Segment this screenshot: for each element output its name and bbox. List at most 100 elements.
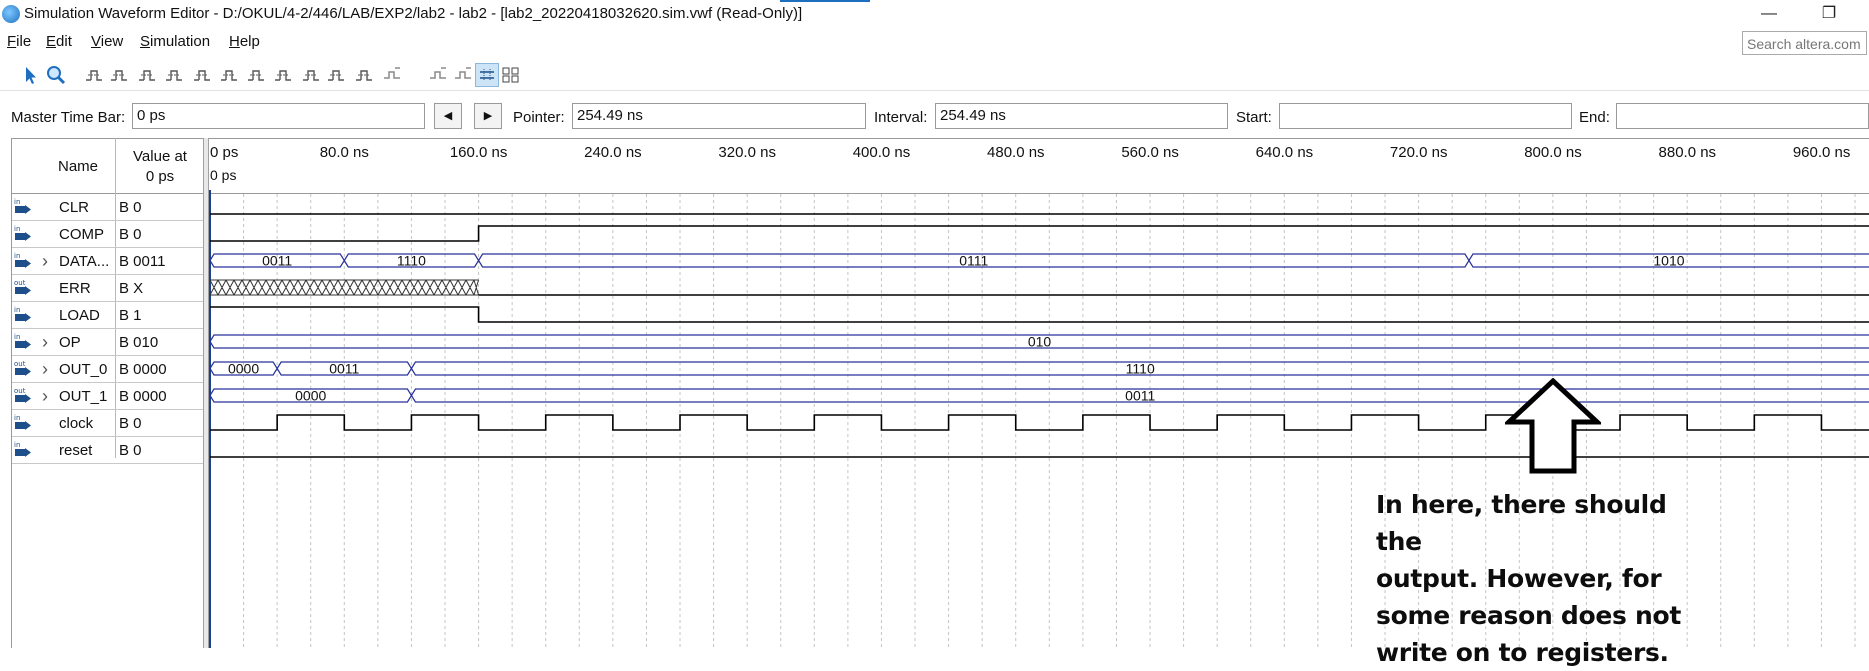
grid-icon[interactable] [500, 64, 522, 86]
interval-field[interactable]: 254.49 ns [935, 103, 1228, 129]
signal-name: reset [59, 442, 93, 459]
menu-help[interactable]: Help [229, 33, 260, 50]
weak-low-icon[interactable] [191, 64, 213, 86]
insert-time-icon[interactable] [427, 64, 449, 86]
menu-edit[interactable]: Edit [46, 33, 72, 50]
bus-value-label: 1010 [1653, 253, 1684, 269]
start-field[interactable] [1279, 103, 1572, 129]
svg-text:in: in [14, 306, 20, 314]
restore-button[interactable]: ❐ [1806, 2, 1852, 28]
pointer-label: Pointer: [513, 109, 565, 126]
output-pin-icon: out [14, 279, 36, 297]
value-column-header[interactable]: Value at 0 ps [130, 147, 190, 187]
waveform-err-unknown [209, 279, 480, 296]
svg-text:in: in [14, 333, 20, 341]
start-label: Start: [1236, 109, 1272, 126]
high-impedance-icon[interactable] [163, 64, 185, 86]
menu-file[interactable]: File [7, 33, 31, 50]
signal-name: ERR [59, 280, 91, 297]
signal-row[interactable] [12, 356, 203, 383]
forcing-unknown-icon[interactable] [83, 64, 105, 86]
annotation-line-2: output. However, for [1376, 564, 1662, 593]
input-pin-icon: in [14, 414, 36, 432]
signal-row[interactable] [12, 410, 203, 437]
svg-text:in: in [14, 198, 20, 206]
up-arrow-annotation [1505, 378, 1601, 474]
pointer-field[interactable]: 254.49 ns [572, 103, 866, 129]
master-time-bar-field[interactable]: 0 ps [132, 103, 425, 129]
invert-icon[interactable] [245, 64, 267, 86]
expand-chevron-icon[interactable]: › [42, 360, 48, 378]
signal-row[interactable] [12, 383, 203, 410]
input-pin-icon: in [14, 225, 36, 243]
random-value-icon[interactable] [353, 64, 375, 86]
search-input[interactable]: Search altera.com [1742, 31, 1867, 55]
signal-value: B 0 [119, 226, 142, 243]
forcing-low-icon[interactable] [108, 64, 130, 86]
signal-value: B X [119, 280, 144, 297]
signal-row[interactable] [12, 302, 203, 329]
annotation-line-4: write on to registers. [1376, 638, 1669, 667]
bus-value-label: 0011 [1125, 388, 1155, 404]
signal-row[interactable] [12, 221, 203, 248]
end-label: End: [1579, 109, 1610, 126]
snap-to-grid-icon[interactable] [475, 63, 499, 87]
timeline-tick-label: 400.0 ns [852, 144, 911, 161]
signal-row[interactable] [12, 329, 203, 356]
signal-row[interactable] [12, 275, 203, 302]
signal-name: LOAD [59, 307, 100, 324]
svg-text:in: in [14, 252, 20, 260]
quartus-app-icon [2, 5, 20, 23]
weak-high-icon[interactable] [218, 64, 240, 86]
svg-text:out: out [14, 360, 26, 368]
input-pin-icon: in [14, 252, 36, 270]
signal-row[interactable] [12, 194, 203, 221]
value-header-line1: Value at [133, 148, 187, 165]
bus-value-label: 010 [1028, 334, 1052, 350]
expand-chevron-icon[interactable]: › [42, 252, 48, 270]
expand-chevron-icon[interactable]: › [42, 333, 48, 351]
minimize-button[interactable]: — [1746, 2, 1792, 28]
menu-bar [0, 30, 1869, 56]
signal-name: clock [59, 415, 94, 432]
menu-view[interactable]: View [91, 33, 123, 50]
timeline-tick-label: 560.0 ns [1121, 144, 1179, 161]
overwrite-clock-icon[interactable] [381, 64, 403, 86]
arbitrary-value-icon[interactable] [325, 64, 347, 86]
taskbar-highlight [780, 0, 870, 2]
timeline-tick-label: 800.0 ns [1524, 144, 1582, 161]
forcing-high-icon[interactable] [136, 64, 158, 86]
zoom-tool-icon[interactable] [45, 64, 67, 86]
signal-value: B 010 [119, 334, 159, 351]
timeline-tick-label: 320.0 ns [718, 144, 776, 161]
count-value-icon[interactable] [272, 64, 294, 86]
signal-value: B 0000 [119, 361, 167, 378]
signal-name: COMP [59, 226, 104, 243]
signal-name: OUT_1 [59, 388, 108, 405]
input-pin-icon: in [14, 306, 36, 324]
timeline-tick-label: 80.0 ns [319, 144, 369, 161]
next-transition-button[interactable]: ▶ [474, 103, 502, 129]
selection-tool-icon[interactable] [19, 64, 41, 86]
timeline-tick-label: 960.0 ns [1792, 144, 1851, 161]
signal-name: OP [59, 334, 81, 351]
signal-row[interactable] [12, 437, 203, 464]
cursor-time-label: 0 ps [210, 167, 237, 183]
bus-value-label: 0011 [262, 253, 292, 269]
signal-value: B 1 [119, 307, 142, 324]
end-field[interactable] [1616, 103, 1869, 129]
timeline-tick-label: 640.0 ns [1255, 144, 1314, 161]
clock-value-icon[interactable] [300, 64, 322, 86]
delete-time-icon[interactable] [452, 64, 474, 86]
expand-chevron-icon[interactable]: › [42, 387, 48, 405]
output-pin-icon: out [14, 360, 36, 378]
output-pin-icon: out [14, 387, 36, 405]
annotation-line-1: In here, there should the [1376, 490, 1667, 556]
signal-value: B 0 [119, 442, 142, 459]
timeline-tick-label: 240.0 ns [584, 144, 642, 161]
timeline-tick-label: 480.0 ns [987, 144, 1045, 161]
menu-simulation[interactable]: Simulation [140, 33, 210, 50]
svg-text:in: in [14, 414, 20, 422]
name-column-header[interactable]: Name [58, 158, 98, 175]
previous-transition-button[interactable]: ◀ [434, 103, 462, 129]
